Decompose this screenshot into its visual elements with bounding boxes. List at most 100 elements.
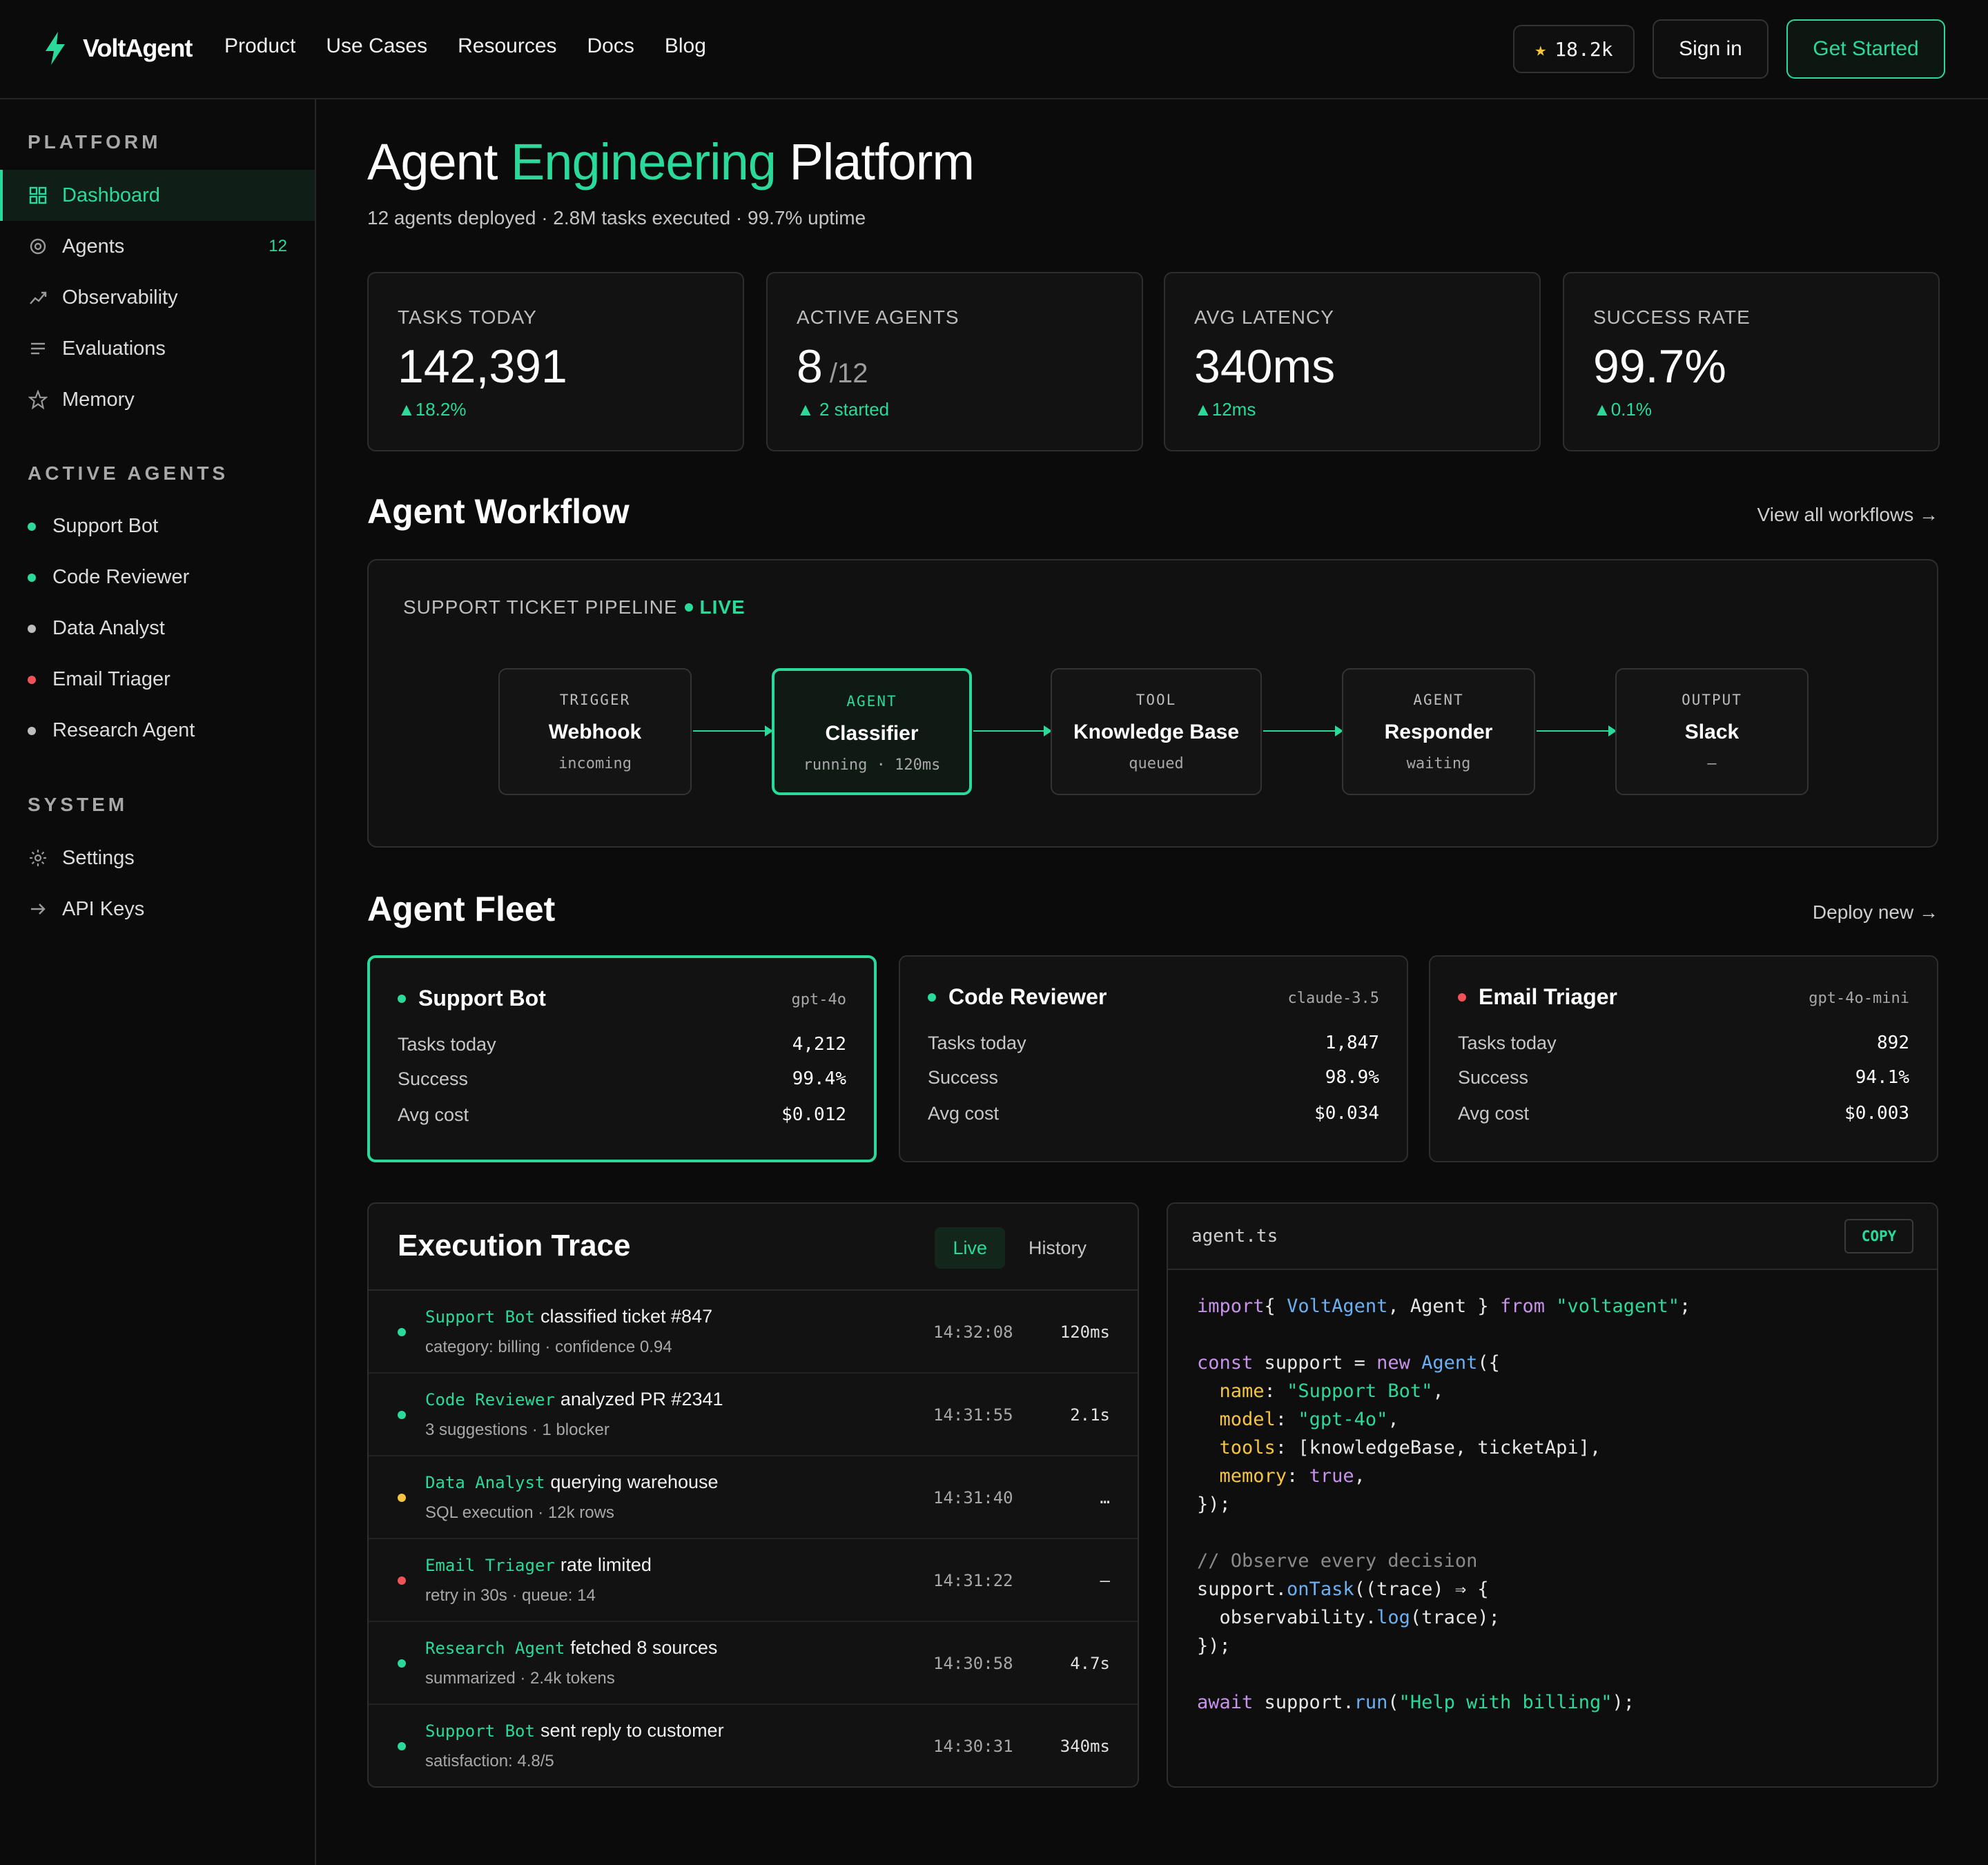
node-name: Webhook: [548, 721, 642, 743]
status-dot: [28, 624, 36, 633]
trace-detail: category: billing · confidence 0.94: [425, 1338, 672, 1356]
fleet-card-support-bot[interactable]: Support Bot gpt-4o Tasks today 4,212 Succ…: [367, 955, 877, 1162]
sidebar: PLATFORM Dashboard Agents 12 Observabili…: [0, 99, 316, 1865]
nav-use-cases[interactable]: Use Cases: [326, 35, 427, 58]
connector-arrow: [1537, 725, 1617, 736]
node-kind: OUTPUT: [1682, 692, 1742, 708]
code-line: memory: true,: [1197, 1462, 1690, 1490]
delta-value: 0.1%: [1610, 399, 1652, 420]
sidebar-item-evaluations[interactable]: Evaluations: [0, 323, 315, 374]
status-dot: [398, 1494, 406, 1502]
sidebar-heading-active-agents: ACTIVE AGENTS: [28, 462, 229, 484]
metric-value: 892: [1877, 1033, 1909, 1053]
sidebar-item-api-keys[interactable]: API Keys: [0, 883, 315, 935]
model-tag: gpt-4o: [791, 991, 846, 1008]
workflow-node-slack[interactable]: OUTPUT Slack —: [1615, 668, 1809, 795]
code-token: run: [1354, 1692, 1388, 1713]
status-dot: [1458, 993, 1466, 1002]
sidebar-item-label: Settings: [62, 846, 135, 869]
status-dot: [398, 1742, 406, 1750]
sidebar-agent-research-agent[interactable]: Research Agent: [28, 719, 195, 742]
nav-resources[interactable]: Resources: [458, 35, 556, 58]
stat-delta: ▲12ms: [1194, 399, 1256, 420]
nav-product[interactable]: Product: [224, 35, 295, 58]
model-tag: claude-3.5: [1287, 990, 1379, 1007]
table-row[interactable]: Research Agent fetched 8 sources summarize…: [369, 1622, 1138, 1705]
metric-label: Success: [398, 1068, 469, 1089]
sidebar-item-dashboard[interactable]: Dashboard: [0, 170, 315, 221]
code-token: support.: [1253, 1692, 1354, 1713]
sidebar-agent-code-reviewer[interactable]: Code Reviewer: [28, 566, 189, 589]
status-dot: [928, 993, 936, 1002]
metric-value: 94.1%: [1855, 1067, 1909, 1088]
trace-detail: 3 suggestions · 1 blocker: [425, 1420, 610, 1439]
pipeline-name: SUPPORT TICKET PIPELINE: [403, 596, 678, 618]
table-row[interactable]: Support Bot sent reply to customer satisfa…: [369, 1705, 1138, 1786]
agents-count-badge: 12: [269, 237, 287, 255]
stat-number: 340ms: [1194, 340, 1336, 393]
fleet-card-code-reviewer[interactable]: Code Reviewer claude-3.5 Tasks today 1,84…: [899, 955, 1408, 1162]
metric-label: Tasks today: [398, 1034, 496, 1055]
table-row[interactable]: Email Triager rate limited retry in 30s · …: [369, 1539, 1138, 1622]
trace-time: 14:30:31: [933, 1737, 1013, 1756]
triangle-up-icon: ▲: [1593, 399, 1611, 420]
status-dot: [398, 1659, 406, 1668]
workflow-node-knowledge-base[interactable]: TOOL Knowledge Base queued: [1051, 668, 1262, 795]
code-token: );: [1612, 1692, 1635, 1713]
table-row[interactable]: Data Analyst querying warehouse SQL execut…: [369, 1456, 1138, 1539]
workflow-node-responder[interactable]: AGENT Responder waiting: [1342, 668, 1535, 795]
node-status: —: [1707, 755, 1717, 772]
table-row[interactable]: Support Bot classified ticket #847 categor…: [369, 1291, 1138, 1374]
nav-docs[interactable]: Docs: [587, 35, 634, 58]
connector-arrow: [693, 725, 773, 736]
brand-logo[interactable]: VoltAgent: [41, 30, 193, 66]
trace-event: Support Bot classified ticket #847: [425, 1306, 712, 1327]
agent-name: Support Bot: [52, 515, 159, 537]
stat-card-success-rate: SUCCESS RATE 99.7% ▲0.1%: [1563, 272, 1940, 451]
triangle-up-icon: ▲: [398, 399, 416, 420]
grid-icon: [28, 185, 48, 206]
trace-time: 14:32:08: [933, 1322, 1013, 1342]
copy-button[interactable]: COPY: [1844, 1219, 1913, 1253]
agent-name: Code Reviewer: [52, 566, 190, 588]
status-dot: [28, 573, 36, 582]
sidebar-agent-support-bot[interactable]: Support Bot: [28, 515, 158, 538]
fleet-card-email-triager[interactable]: Email Triager gpt-4o-mini Tasks today 892…: [1429, 955, 1938, 1162]
trace-time: 14:31:55: [933, 1405, 1013, 1425]
agent-name: Code Reviewer: [948, 984, 1107, 1009]
workflow-node-classifier[interactable]: AGENT Classifier running · 120ms: [772, 668, 972, 795]
nav-blog[interactable]: Blog: [665, 35, 706, 58]
code-token: name: [1197, 1380, 1265, 1402]
workflow-section-title: Agent Workflow: [367, 492, 630, 531]
execution-trace-panel: Execution Trace Live History Support Bot…: [367, 1202, 1139, 1788]
model-tag: gpt-4o-mini: [1809, 990, 1909, 1007]
code-line: // Observe every decision: [1197, 1547, 1690, 1575]
deploy-new-link[interactable]: Deploy new →: [1813, 901, 1938, 924]
get-started-button[interactable]: Get Started: [1786, 19, 1945, 79]
metric-value: $0.034: [1314, 1103, 1379, 1124]
tab-history[interactable]: History: [1011, 1227, 1104, 1269]
trace-time: 14:30:58: [933, 1654, 1013, 1673]
code-token: (trace);: [1410, 1607, 1500, 1628]
sidebar-agent-email-triager[interactable]: Email Triager: [28, 668, 170, 691]
github-stars-button[interactable]: ★ 18.2k: [1513, 25, 1635, 73]
sidebar-item-memory[interactable]: Memory: [0, 374, 315, 425]
trace-header: Execution Trace Live History: [369, 1204, 1138, 1291]
metric-label: Success: [1458, 1067, 1529, 1088]
stat-label: ACTIVE AGENTS: [797, 306, 959, 328]
table-row[interactable]: Code Reviewer analyzed PR #2341 3 suggesti…: [369, 1374, 1138, 1456]
view-all-workflows-link[interactable]: View all workflows →: [1757, 504, 1938, 526]
workflow-node-webhook[interactable]: TRIGGER Webhook incoming: [498, 668, 692, 795]
code-token: memory: [1197, 1465, 1287, 1487]
sign-in-button[interactable]: Sign in: [1653, 19, 1768, 79]
tab-live[interactable]: Live: [935, 1227, 1005, 1269]
sidebar-item-settings[interactable]: Settings: [0, 832, 315, 883]
sidebar-agent-data-analyst[interactable]: Data Analyst: [28, 617, 165, 640]
code-token: ,: [1387, 1409, 1399, 1430]
sidebar-item-label: Agents: [62, 235, 125, 257]
sidebar-item-agents[interactable]: Agents 12: [0, 221, 315, 272]
code-header: agent.ts COPY: [1168, 1204, 1937, 1270]
sidebar-item-observability[interactable]: Observability: [0, 272, 315, 323]
